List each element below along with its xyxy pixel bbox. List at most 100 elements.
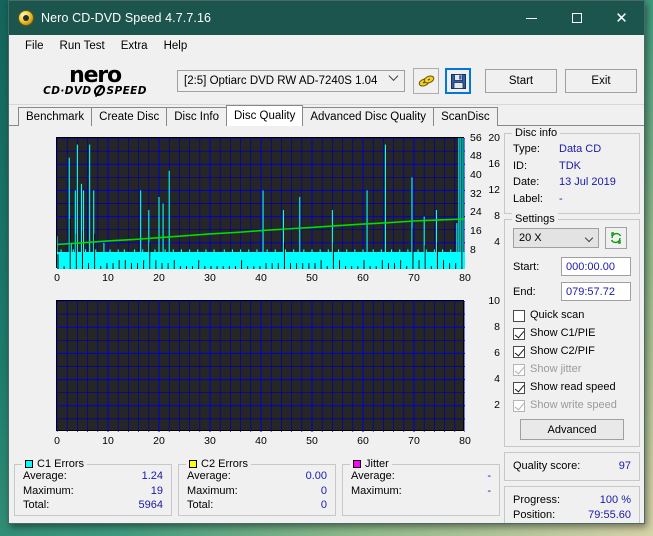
disc-date-value: 13 Jul 2019 [559, 176, 616, 188]
settings-title: Settings [512, 213, 558, 225]
c1-errors-title: C1 Errors [37, 458, 85, 470]
right-panel: Disc info Type: Data CD ID: TDK Date: 13… [504, 127, 640, 523]
maximize-button[interactable] [554, 1, 599, 35]
c2-xtick-20: 20 [153, 435, 165, 447]
jitter-title: Jitter [365, 458, 389, 470]
start-button[interactable]: Start [485, 69, 557, 93]
c1-xtick-30: 30 [204, 272, 216, 284]
c2-xtick-0: 0 [54, 435, 60, 447]
c2-errors-legend: C2 Errors [186, 458, 252, 470]
checkbox-icon-show-write-speed [513, 399, 525, 412]
speed-row: 20 X [513, 227, 631, 249]
refresh-button[interactable] [605, 227, 627, 249]
progress-value: 100 % [599, 494, 631, 506]
jitter-average-row: Average: - [351, 469, 491, 484]
tab-disc-quality[interactable]: Disc Quality [226, 105, 304, 126]
disc-id-value: TDK [559, 159, 581, 172]
title-bar: Nero CD-DVD Speed 4.7.7.16 ✕ [9, 1, 644, 35]
c2-total-label: Total: [187, 499, 214, 511]
c1-average-row: Average: 1.24 [23, 469, 163, 484]
c2-ytick-6: 6 [494, 347, 500, 359]
checkbox-icon-show-read-speed [513, 381, 525, 394]
start-input[interactable]: 000:00.00 [561, 257, 631, 276]
c2-errors-chart: 10 8 6 4 2 0 10 20 30 40 50 60 70 80 [14, 293, 500, 458]
charts-column: 20 16 12 8 4 56 48 40 32 24 16 8 0 10 20… [14, 130, 500, 518]
quality-score-row: Quality score: 97 [513, 459, 631, 474]
c1-xtick-60: 60 [357, 272, 369, 284]
speed-select-value: 20 X [519, 232, 542, 244]
c1-errors-stats: C1 Errors Average: 1.24 Maximum: 19 Tota… [14, 458, 172, 516]
minimize-button[interactable] [509, 1, 554, 35]
drive-select[interactable]: [2:5] Optiarc DVD RW AD-7240S 1.04 [177, 70, 405, 92]
jitter-average-label: Average: [351, 470, 395, 482]
jitter-legend: Jitter [350, 458, 392, 470]
c1-y2tick-8: 8 [470, 244, 476, 256]
c2-xtick-80: 80 [459, 435, 471, 447]
checkbox-show-c2-pif[interactable]: Show C2/PIF [513, 343, 631, 360]
eject-disc-button[interactable] [413, 68, 439, 94]
checkbox-label-show-c1-pie: Show C1/PIE [530, 327, 596, 339]
checkbox-show-jitter: Show jitter [513, 361, 631, 378]
logo-tagline-right: SPEED [106, 84, 147, 97]
drive-select-value: [2:5] Optiarc DVD RW AD-7240S 1.04 [184, 75, 378, 87]
menu-item-help[interactable]: Help [156, 37, 196, 55]
end-input[interactable]: 079:57.72 [561, 282, 631, 301]
menu-item-extra[interactable]: Extra [113, 37, 156, 55]
c1-plot-area [56, 137, 465, 269]
position-row: Position: 79:55.60 [513, 508, 631, 523]
exit-button[interactable]: Exit [565, 69, 637, 93]
tab-content-disc-quality: 20 16 12 8 4 56 48 40 32 24 16 8 0 10 20… [9, 126, 644, 523]
c2-xtick-70: 70 [408, 435, 420, 447]
disc-date-row: Date: 13 Jul 2019 [513, 174, 631, 191]
checkbox-icon-quick-scan [513, 309, 525, 322]
checkbox-label-show-write-speed: Show write speed [530, 399, 617, 411]
tab-advanced-disc-quality[interactable]: Advanced Disc Quality [302, 107, 435, 126]
save-results-button[interactable] [445, 68, 471, 94]
checkbox-quick-scan[interactable]: Quick scan [513, 307, 631, 324]
c1-y2tick-48: 48 [470, 150, 482, 162]
progress-row: Progress: 100 % [513, 493, 631, 508]
advanced-button[interactable]: Advanced [520, 419, 624, 440]
c1-maximum-value: 19 [150, 484, 163, 497]
c2-xtick-10: 10 [102, 435, 114, 447]
c1-xtick-70: 70 [408, 272, 420, 284]
disc-label-value: - [559, 192, 563, 205]
jitter-maximum-row: Maximum: - [351, 484, 491, 499]
c2-maximum-row: Maximum: 0 [187, 484, 327, 499]
chevron-down-icon [584, 233, 594, 243]
c1-xtick-80: 80 [459, 272, 471, 284]
c1-xtick-40: 40 [255, 272, 267, 284]
c1-xtick-10: 10 [102, 272, 114, 284]
c1-average-value: 1.24 [141, 470, 163, 482]
checkbox-show-read-speed[interactable]: Show read speed [513, 379, 631, 396]
checkbox-show-c1-pie[interactable]: Show C1/PIE [513, 325, 631, 342]
tab-benchmark[interactable]: Benchmark [18, 107, 93, 126]
start-field-row: Start: 000:00.00 [513, 257, 631, 276]
disc-info-title: Disc info [512, 127, 561, 139]
c1-y2tick-40: 40 [470, 169, 482, 181]
c2-plot-area [56, 300, 465, 432]
c2-total-row: Total: 0 [187, 498, 327, 513]
checkbox-show-write-speed: Show write speed [513, 397, 631, 414]
checkbox-label-show-read-speed: Show read speed [530, 381, 616, 393]
tab-create-disc[interactable]: Create Disc [91, 107, 168, 126]
menu-item-run-test[interactable]: Run Test [52, 37, 113, 55]
c1-total-label: Total: [23, 499, 50, 511]
close-button[interactable]: ✕ [599, 1, 644, 35]
tab-disc-info[interactable]: Disc Info [166, 107, 227, 126]
c2-color-swatch [189, 460, 197, 468]
c1-y2tick-56: 56 [470, 132, 482, 144]
tab-scandisc[interactable]: ScanDisc [433, 107, 498, 126]
progress-label: Progress: [513, 494, 561, 506]
start-label: Start: [513, 260, 540, 273]
c2-average-label: Average: [187, 470, 231, 482]
c2-errors-title: C2 Errors [201, 458, 249, 470]
c2-ytick-8: 8 [494, 321, 500, 333]
end-field-row: End: 079:57.72 [513, 282, 631, 301]
speed-select[interactable]: 20 X [513, 228, 599, 248]
menu-item-file[interactable]: File [17, 37, 52, 55]
quality-score-value: 97 [618, 460, 631, 472]
c2-xtick-30: 30 [204, 435, 216, 447]
disc-type-value: Data CD [559, 143, 602, 155]
c1-maximum-row: Maximum: 19 [23, 484, 163, 499]
